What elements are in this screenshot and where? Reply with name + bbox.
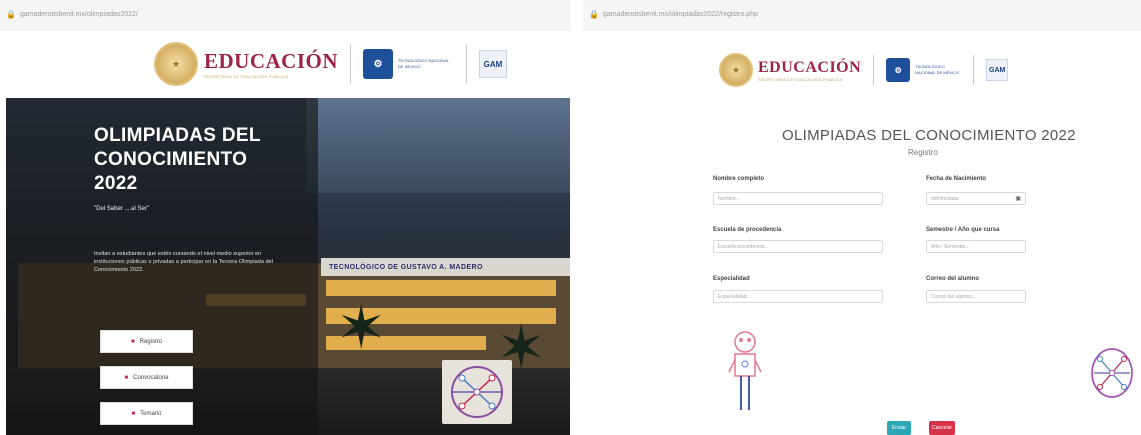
header-logos: ★ EDUCACIÓN SECRETARÍA DE EDUCACIÓN PÚBL… <box>719 50 1009 90</box>
temario-button[interactable]: ■ Temario <box>100 402 193 425</box>
nombre-placeholder: Nombre... <box>718 195 740 202</box>
correo-label: Correo del alumno <box>926 276 980 282</box>
escuela-placeholder: Escuela procedencia... <box>718 243 769 250</box>
semestre-placeholder: Año / Semestre... <box>931 243 970 250</box>
edu-logo-subtitle: SECRETARÍA DE EDUCACIÓN PÚBLICA <box>204 74 289 79</box>
send-button[interactable]: Enviar <box>887 421 911 435</box>
palm-tree-icon: ✶ <box>336 294 387 361</box>
tecnm-logo: ⚙ TECNOLÓGICO NACIONAL DE MÉXICO <box>886 58 961 82</box>
bullet-icon: ■ <box>131 338 135 345</box>
registro-button-label: Registro <box>139 338 162 345</box>
left-window: 🔒 gamaderoitsbenit.mx/olimpiadas2022/ ★ … <box>0 0 570 435</box>
logo-divider <box>973 55 975 85</box>
especialidad-label: Especialidad <box>713 276 750 282</box>
lock-icon: 🔒 <box>6 10 16 19</box>
form-subtitle: Registro <box>908 148 938 157</box>
convocatoria-button-label: Convocatoria <box>133 374 169 381</box>
semestre-label: Semestre / Año que cursa <box>926 227 1000 233</box>
robot-figure-icon <box>727 328 763 435</box>
edu-logo-text: EDUCACIÓN <box>204 49 339 73</box>
nombre-label: Nombre completo <box>713 176 765 182</box>
lock-icon: 🔒 <box>589 10 599 19</box>
address-bar[interactable]: 🔒 gamaderoitsbenit.mx/olimpiadas2022/reg… <box>583 0 1141 30</box>
hero-title: OLIMPIADAS DEL CONOCIMIENTO 2022 <box>94 125 261 194</box>
brain-network-icon <box>442 360 512 424</box>
header-logos: ★ EDUCACIÓN SECRETARÍA DE EDUCACIÓN PÚBL… <box>154 40 508 88</box>
gam-logo: GAM <box>986 59 1009 81</box>
url-text: gamaderoitsbenit.mx/olimpiadas2022/ <box>20 11 138 18</box>
tecnm-gear-icon: ⚙ <box>363 49 394 79</box>
calendar-icon[interactable]: ▣ <box>1015 195 1021 202</box>
temario-button-label: Temario <box>140 410 162 417</box>
nombre-input[interactable]: Nombre... <box>713 192 883 205</box>
url-text: gamaderoitsbenit.mx/olimpiadas2022/regis… <box>603 11 758 18</box>
sep-seal-icon: ★ <box>719 53 753 87</box>
edu-logo-text: EDUCACIÓN <box>758 58 862 76</box>
hero-slogan: "Del Saber ....al Ser" <box>94 206 149 212</box>
fecha-input[interactable]: dd/mm/aaaa ▣ <box>926 192 1026 205</box>
address-bar[interactable]: 🔒 gamaderoitsbenit.mx/olimpiadas2022/ <box>0 0 570 30</box>
cancel-button[interactable]: Cancelar <box>929 421 955 435</box>
escuela-input[interactable]: Escuela procedencia... <box>713 240 883 253</box>
escuela-label: Escuela de procedencia <box>713 227 782 233</box>
correo-input[interactable]: Correo del alumno... <box>926 290 1026 303</box>
tecnm-gear-icon: ⚙ <box>886 58 911 82</box>
logo-divider <box>466 45 468 83</box>
semestre-input[interactable]: Año / Semestre... <box>926 240 1026 253</box>
logo-divider <box>873 55 875 85</box>
fecha-label: Fecha de Nacimiento <box>926 176 987 182</box>
fecha-placeholder: dd/mm/aaaa <box>931 195 959 202</box>
logo-divider <box>350 45 352 83</box>
tecnm-logo-text: TECNOLÓGICO NACIONAL DE MÉXICO <box>915 64 960 75</box>
convocatoria-button[interactable]: ■ Convocatoria <box>100 366 193 389</box>
building-sign: TECNOLÓGICO DE GUSTAVO A. MADERO <box>321 258 570 276</box>
edu-logo-subtitle: SECRETARÍA DE EDUCACIÓN PÚBLICA <box>758 76 843 82</box>
bullet-icon: ■ <box>131 410 136 417</box>
brain-network-icon <box>1088 345 1136 401</box>
registro-button[interactable]: ■ Registro <box>100 330 193 353</box>
form-title: OLIMPIADAS DEL CONOCIMIENTO 2022 <box>782 127 1076 144</box>
sep-seal-icon: ★ <box>154 42 198 86</box>
right-window: 🔒 gamaderoitsbenit.mx/olimpiadas2022/reg… <box>583 0 1141 435</box>
hero-description: Invitan a estudiantes que estén cursando… <box>94 251 273 273</box>
gam-logo: GAM <box>479 50 508 78</box>
especialidad-placeholder: Especialidad... <box>718 293 751 300</box>
correo-placeholder: Correo del alumno... <box>931 293 977 300</box>
bullet-icon: ■ <box>124 374 129 381</box>
hero-sky <box>306 98 570 193</box>
tecnm-logo: ⚙ TECNOLÓGICO NACIONAL DE MÉXICO <box>363 49 454 79</box>
window-divider <box>570 0 583 435</box>
especialidad-input[interactable]: Especialidad... <box>713 290 883 303</box>
tecnm-logo-text: TECNOLÓGICO NACIONAL DE MÉXICO <box>398 58 449 69</box>
